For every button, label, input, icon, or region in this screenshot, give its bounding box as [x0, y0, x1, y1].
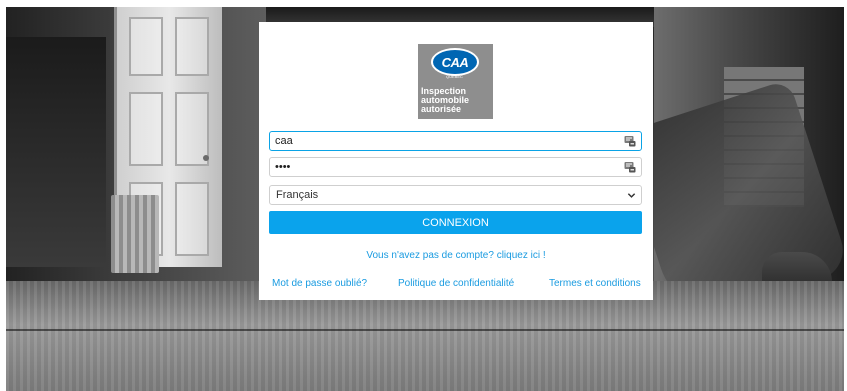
username-field[interactable] — [269, 131, 642, 151]
background-shelf — [6, 37, 106, 267]
background-trash-can — [111, 195, 159, 273]
door-panel — [175, 17, 209, 76]
password-manager-icon[interactable] — [624, 161, 636, 173]
signup-link[interactable]: Vous n'avez pas de compte? cliquez ici ! — [259, 250, 653, 261]
language-select[interactable]: Français — [269, 185, 642, 205]
terms-link[interactable]: Termes et conditions — [549, 278, 641, 289]
door-panel — [129, 17, 163, 76]
forgot-password-link[interactable]: Mot de passe oublié? — [272, 278, 367, 289]
chevron-down-icon — [627, 193, 636, 198]
caa-logo: CAA QUÉBEC Inspection automobile autoris… — [418, 44, 493, 119]
door-panel — [129, 92, 163, 166]
login-card: CAA QUÉBEC Inspection automobile autoris… — [259, 22, 653, 300]
logo-caption: Inspection automobile autorisée — [421, 86, 470, 114]
privacy-policy-link[interactable]: Politique de confidentialité — [398, 278, 514, 289]
caa-badge-subtext: QUÉBEC — [446, 74, 463, 79]
door-panel — [175, 182, 209, 256]
password-field[interactable] — [269, 157, 642, 177]
background-door-knob — [203, 155, 209, 161]
language-select-value: Français — [276, 189, 319, 201]
login-button[interactable]: CONNEXION — [269, 211, 642, 234]
page: CAA QUÉBEC Inspection automobile autoris… — [0, 0, 847, 391]
caa-badge: CAA — [431, 48, 479, 76]
password-manager-icon[interactable] — [624, 135, 636, 147]
background-floor-line — [6, 329, 844, 331]
username-input[interactable] — [270, 132, 615, 150]
password-input[interactable] — [270, 158, 615, 176]
caa-badge-text: CAA — [441, 54, 469, 70]
